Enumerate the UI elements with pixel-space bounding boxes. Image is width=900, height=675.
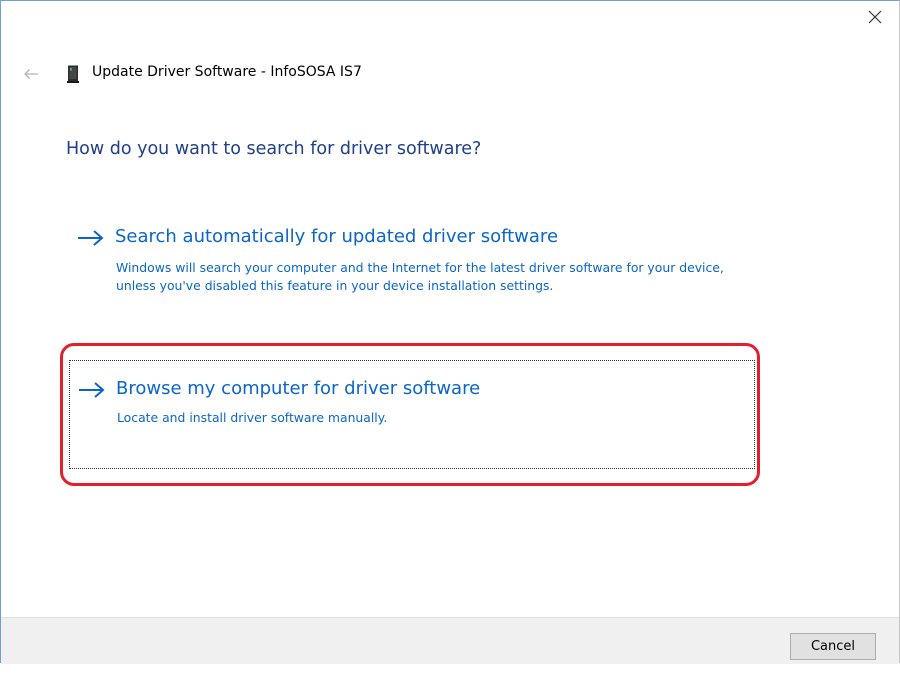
option-title: Browse my computer for driver software	[116, 378, 481, 399]
search-automatically-option[interactable]: Search automatically for updated driver …	[69, 223, 755, 329]
dialog-footer: Cancel	[1, 617, 899, 664]
dialog-header: Update Driver Software - InfoSOSA IS7	[1, 61, 601, 87]
back-button[interactable]	[20, 63, 42, 85]
cancel-button[interactable]: Cancel	[790, 633, 876, 660]
option-title: Search automatically for updated driver …	[115, 226, 559, 247]
option-description: Locate and install driver software manua…	[117, 410, 388, 425]
arrow-right-icon	[79, 382, 105, 398]
update-driver-dialog: Update Driver Software - InfoSOSA IS7 Ho…	[0, 0, 900, 664]
window-title: Update Driver Software - InfoSOSA IS7	[92, 64, 362, 80]
back-arrow-icon	[24, 69, 38, 79]
arrow-right-icon	[78, 230, 104, 246]
option-description: Windows will search your computer and th…	[116, 260, 724, 293]
close-button[interactable]	[853, 2, 897, 32]
close-icon	[868, 10, 882, 24]
main-question: How do you want to search for driver sof…	[66, 139, 482, 159]
device-icon	[67, 65, 79, 83]
browse-computer-option[interactable]: Browse my computer for driver software L…	[69, 360, 755, 469]
